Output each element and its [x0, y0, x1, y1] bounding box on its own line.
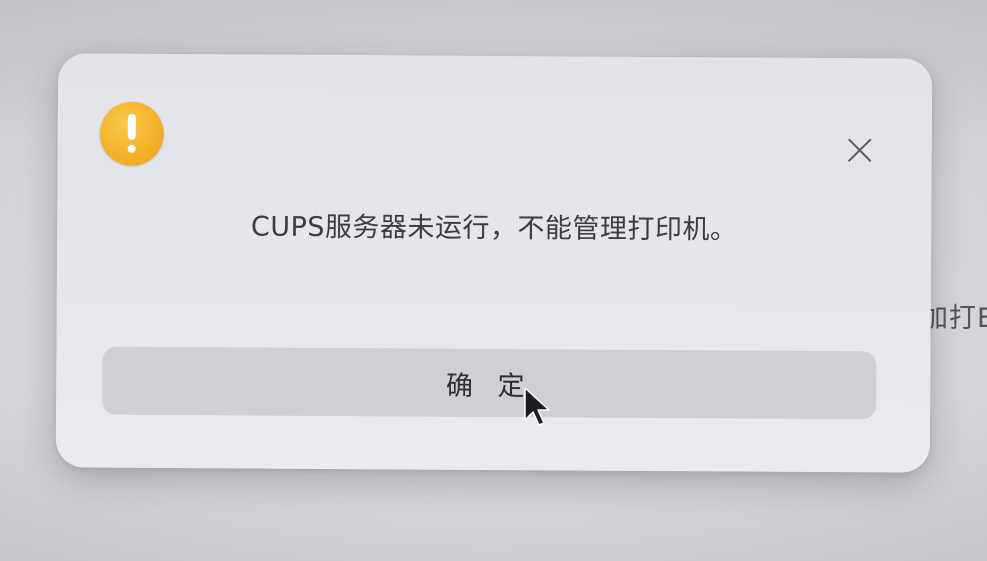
close-button[interactable] [838, 128, 882, 172]
exclamation-dot [127, 144, 136, 153]
confirm-button[interactable]: 确 定 [102, 346, 877, 420]
background-partial-label: 加打E [921, 303, 987, 334]
exclamation-bar [127, 113, 136, 140]
dialog-message: CUPS服务器未运行，不能管理打印机。 [250, 211, 738, 246]
screen: { "dialog": { "icon": "warning-icon", "i… [0, 0, 987, 561]
mouse-pointer-icon [524, 387, 550, 426]
close-icon [847, 138, 872, 163]
warning-icon [99, 101, 164, 166]
warning-dialog: CUPS服务器未运行，不能管理打印机。 确 定 [55, 53, 933, 473]
